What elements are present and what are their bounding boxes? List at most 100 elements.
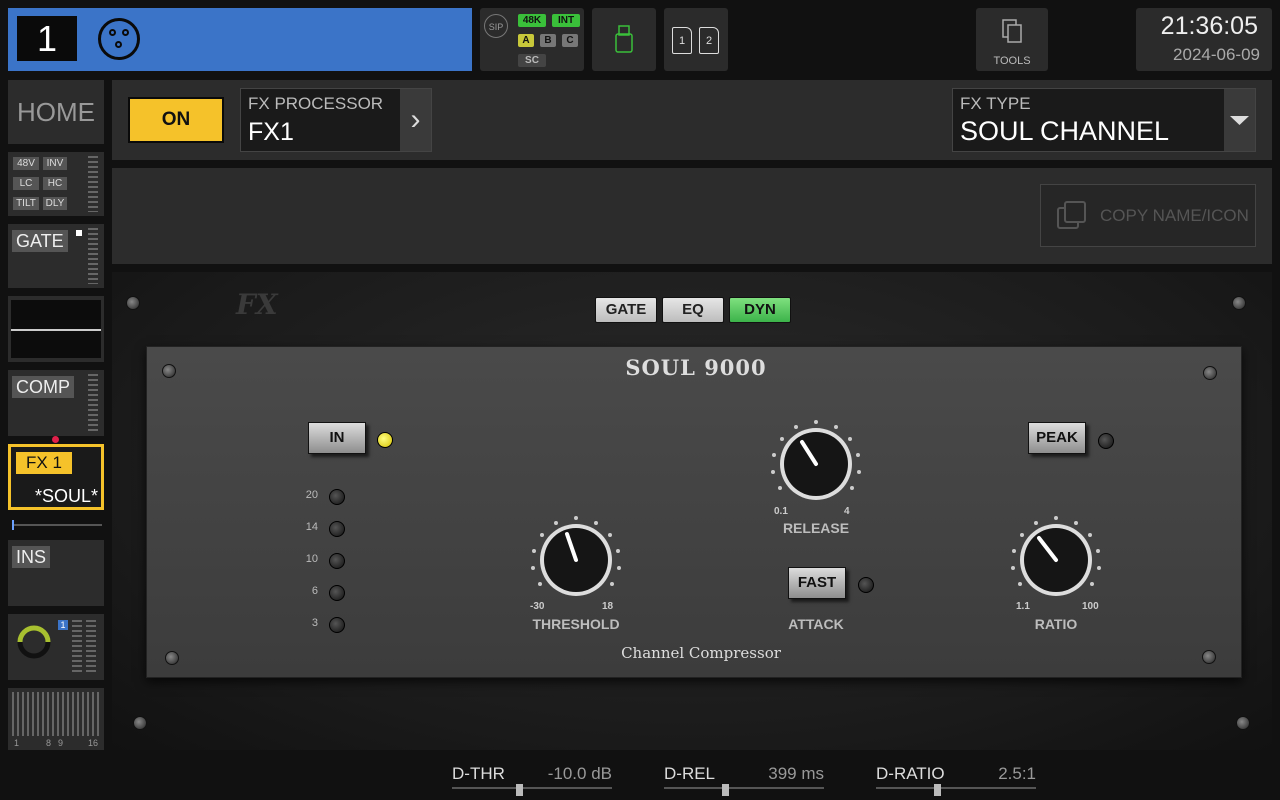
d-thr-name: D-THR (452, 764, 505, 783)
gate-indicator (76, 230, 82, 236)
ratio-min-label: 1.1 (1016, 601, 1030, 612)
in-led (377, 432, 393, 448)
fader-meter-right (86, 620, 96, 674)
fx-type-value: SOUL CHANNEL (960, 116, 1170, 146)
bus-send-block[interactable]: 1 8 9 16 (8, 688, 104, 750)
parameter-bar (0, 752, 1280, 800)
chevron-right-icon[interactable]: › (400, 89, 431, 151)
gr-label-14: 14 (305, 521, 318, 533)
plugin-subtitle: Channel Compressor (621, 644, 781, 662)
gate-meter (88, 228, 98, 284)
gate-label: GATE (12, 230, 68, 252)
fx-processor-label: FX PROCESSOR (248, 94, 384, 113)
gr-led-20 (329, 489, 345, 505)
d-rel-slider-thumb[interactable] (722, 784, 729, 796)
peak-led (1098, 433, 1114, 449)
release-label: RELEASE (782, 520, 850, 536)
bus-send-meters (12, 692, 100, 736)
release-knob[interactable] (766, 414, 866, 514)
gate-block[interactable]: GATE (8, 224, 104, 288)
peak-button[interactable]: PEAK (1028, 422, 1086, 454)
fx-type-dropdown-button[interactable] (1224, 89, 1255, 151)
d-thr-value: -10.0 dB (547, 764, 612, 783)
d-thr-slider[interactable] (452, 787, 612, 789)
threshold-knob[interactable] (526, 510, 626, 610)
fast-button[interactable]: FAST (788, 567, 846, 599)
eq-curve-preview (11, 300, 101, 358)
clock-badge: INT (552, 14, 580, 27)
highcut-tag: HC (43, 177, 67, 190)
pan-fader-block[interactable]: 1 (8, 614, 104, 680)
comp-block[interactable]: COMP (8, 370, 104, 436)
release-min-label: 0.1 (774, 506, 788, 517)
rack-screw-icon (133, 716, 147, 730)
pan-knob-icon (17, 625, 51, 659)
threshold-max-label: 18 (602, 601, 614, 612)
bus-label-9: 9 (58, 738, 64, 748)
usb-button[interactable] (592, 8, 656, 71)
d-rel-value: 399 ms (768, 764, 824, 783)
ratio-label: RATIO (1034, 616, 1078, 632)
tab-gate[interactable]: GATE (595, 297, 657, 323)
d-ratio-value: 2.5:1 (998, 764, 1036, 783)
gr-led-10 (329, 553, 345, 569)
insert-block[interactable]: INS (8, 540, 104, 606)
sync-c-badge: C (562, 34, 578, 47)
threshold-label: THRESHOLD (532, 616, 620, 632)
bus-label-16: 16 (88, 738, 99, 748)
gr-label-3: 3 (311, 617, 318, 629)
sc-badge: SC (518, 54, 546, 67)
copy-pages-icon (1002, 19, 1022, 43)
comp-label: COMP (12, 376, 74, 398)
gr-label-6: 6 (311, 585, 318, 597)
attack-label: ATTACK (788, 616, 844, 632)
gr-label-10: 10 (305, 553, 318, 565)
ratio-knob[interactable] (1006, 510, 1106, 610)
xlr-input-icon (98, 18, 140, 60)
fast-led (858, 577, 874, 593)
invert-tag: INV (43, 157, 67, 170)
in-button[interactable]: IN (308, 422, 366, 454)
pan-badge: 1 (58, 620, 68, 630)
home-button[interactable]: HOME (8, 80, 104, 144)
phantom-tag: 48V (13, 157, 39, 170)
input-meter (88, 156, 98, 212)
channel-selector[interactable] (8, 8, 472, 71)
eq-block[interactable] (8, 296, 104, 362)
usb-drive-icon (615, 25, 633, 53)
sync-a-badge: A (518, 34, 534, 47)
chevron-down-icon (1230, 116, 1249, 125)
sync-b-badge: B (540, 34, 556, 47)
fx1-block[interactable]: FX 1 *SOUL* (8, 444, 104, 510)
sip-indicator: SIP (484, 14, 508, 38)
d-rel-name: D-REL (664, 764, 716, 783)
gr-led-6 (329, 585, 345, 601)
d-ratio-slider-thumb[interactable] (934, 784, 941, 796)
fx-logo-icon: FX (236, 288, 278, 321)
preamp-block[interactable]: 48V INV LC HC TILT DLY (8, 152, 104, 216)
rack-screw-icon (1232, 296, 1246, 310)
tab-eq[interactable]: EQ (662, 297, 724, 323)
d-ratio-slider[interactable] (876, 787, 1036, 789)
d-rel-slider[interactable] (664, 787, 824, 789)
delay-tag: DLY (43, 197, 67, 210)
tab-dyn[interactable]: DYN (729, 297, 791, 323)
d-ratio-name: D-RATIO (876, 764, 945, 783)
gr-led-14 (329, 521, 345, 537)
bus-label-1: 1 (14, 738, 20, 748)
insert-label: INS (12, 546, 51, 568)
gr-label-20: 20 (305, 489, 318, 501)
channel-number: 1 (17, 16, 77, 61)
rack-screw-icon (1236, 716, 1250, 730)
copy-name-icon-label: COPY NAME/ICON (1100, 206, 1249, 225)
comp-meter (88, 374, 98, 432)
fx-mix-slider[interactable] (12, 524, 102, 526)
on-button[interactable]: ON (128, 97, 224, 143)
copy-icon (1057, 201, 1086, 229)
tilt-tag: TILT (13, 197, 39, 210)
clock-date: 2024-06-09 (1173, 45, 1260, 64)
d-thr-slider-thumb[interactable] (516, 784, 523, 796)
sd-card-button[interactable]: 1 2 (664, 8, 728, 71)
fader-meter-left (72, 620, 82, 674)
fx-mix-thumb[interactable] (12, 520, 14, 530)
